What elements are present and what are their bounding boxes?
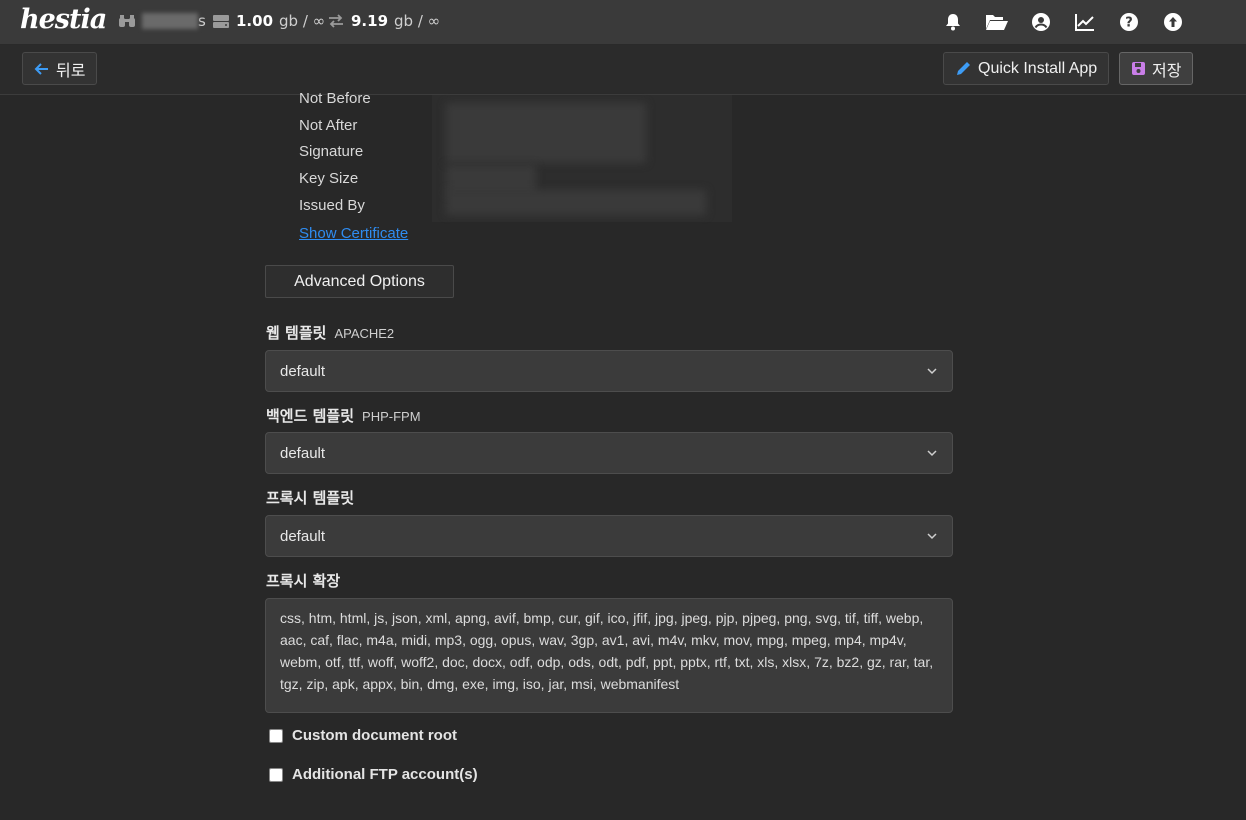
top-bar: hestia s 1.00 gb / ∞ 9.19 gb / ∞ ? bbox=[0, 0, 1246, 45]
save-button-label: 저장 bbox=[1152, 62, 1182, 80]
hestia-logo[interactable]: hestia bbox=[20, 4, 107, 35]
proxy-template-select[interactable]: default bbox=[265, 515, 953, 557]
disk-value: 1.00 bbox=[236, 12, 274, 30]
ftp-accounts-label: Additional FTP account(s) bbox=[292, 766, 478, 783]
username-suffix: s bbox=[198, 12, 206, 30]
hard-drive-icon bbox=[213, 15, 229, 28]
binoculars-icon bbox=[119, 15, 135, 27]
chart-icon[interactable] bbox=[1072, 9, 1098, 35]
web-template-value: default bbox=[280, 362, 326, 380]
advanced-options-button[interactable]: Advanced Options bbox=[265, 265, 454, 298]
certificate-values-redacted bbox=[432, 95, 732, 222]
floppy-disk-icon bbox=[1132, 62, 1145, 75]
quick-install-button[interactable]: Quick Install App bbox=[943, 52, 1110, 85]
pencil-icon bbox=[957, 62, 970, 75]
custom-doc-root-checkbox[interactable] bbox=[269, 728, 283, 743]
transfer-arrows-icon bbox=[329, 14, 343, 28]
bandwidth-unit: gb / ∞ bbox=[394, 12, 441, 30]
bandwidth-stat: 9.19 gb / ∞ bbox=[327, 12, 440, 30]
bell-icon[interactable] bbox=[940, 9, 966, 35]
proxy-template-label: 프록시 템플릿 bbox=[266, 489, 355, 507]
user-stat: s bbox=[118, 12, 206, 30]
cert-label-not-before: Not Before bbox=[299, 90, 371, 107]
user-icon[interactable] bbox=[1028, 9, 1054, 35]
cert-label-issued-by: Issued By bbox=[299, 196, 365, 214]
action-bar: 뒤로 Quick Install App 저장 bbox=[0, 45, 1246, 95]
back-button[interactable]: 뒤로 bbox=[22, 52, 98, 85]
folder-icon[interactable] bbox=[984, 9, 1010, 35]
web-template-sub: APACHE2 bbox=[334, 326, 395, 341]
disk-unit: gb / ∞ bbox=[279, 12, 326, 30]
help-icon[interactable]: ? bbox=[1116, 9, 1142, 35]
save-button[interactable]: 저장 bbox=[1119, 52, 1194, 85]
web-template-label-text: 웹 템플릿 bbox=[266, 324, 327, 342]
backend-template-label-text: 백엔드 템플릿 bbox=[266, 407, 355, 425]
certificate-details: Not Before Not After Signature Key Size … bbox=[299, 89, 371, 222]
chevron-down-icon bbox=[927, 368, 937, 375]
update-icon[interactable] bbox=[1160, 9, 1186, 35]
top-icon-bar: ? bbox=[940, 9, 1186, 35]
chevron-down-icon bbox=[927, 450, 937, 457]
cert-label-key-size: Key Size bbox=[299, 170, 359, 188]
ftp-accounts-checkbox[interactable] bbox=[269, 767, 283, 782]
show-certificate-link[interactable]: Show Certificate bbox=[299, 225, 408, 242]
backend-template-select[interactable]: default bbox=[265, 432, 953, 474]
chevron-down-icon bbox=[927, 533, 937, 540]
proxy-template-value: default bbox=[280, 527, 326, 545]
arrow-left-icon bbox=[34, 62, 48, 75]
svg-text:?: ? bbox=[1125, 16, 1133, 31]
ftp-accounts-option[interactable]: Additional FTP account(s) bbox=[269, 766, 478, 783]
proxy-extensions-label: 프록시 확장 bbox=[266, 572, 341, 590]
custom-doc-root-option[interactable]: Custom document root bbox=[269, 727, 457, 744]
backend-template-label: 백엔드 템플릿 PHP-FPM bbox=[266, 405, 421, 426]
web-template-select[interactable]: default bbox=[265, 350, 953, 392]
cert-label-not-after: Not After bbox=[299, 116, 358, 134]
proxy-extensions-textarea[interactable]: css, htm, html, js, json, xml, apng, avi… bbox=[265, 598, 953, 713]
web-template-label: 웹 템플릿 APACHE2 bbox=[266, 322, 394, 343]
quick-install-label: Quick Install App bbox=[978, 59, 1098, 77]
backend-template-value: default bbox=[280, 444, 326, 462]
disk-stat: 1.00 gb / ∞ bbox=[212, 12, 325, 30]
back-button-label: 뒤로 bbox=[56, 62, 86, 80]
custom-doc-root-label: Custom document root bbox=[292, 727, 457, 744]
backend-template-sub: PHP-FPM bbox=[362, 409, 421, 424]
username-redacted bbox=[142, 13, 198, 29]
cert-label-signature: Signature bbox=[299, 143, 364, 161]
bandwidth-value: 9.19 bbox=[351, 12, 389, 30]
